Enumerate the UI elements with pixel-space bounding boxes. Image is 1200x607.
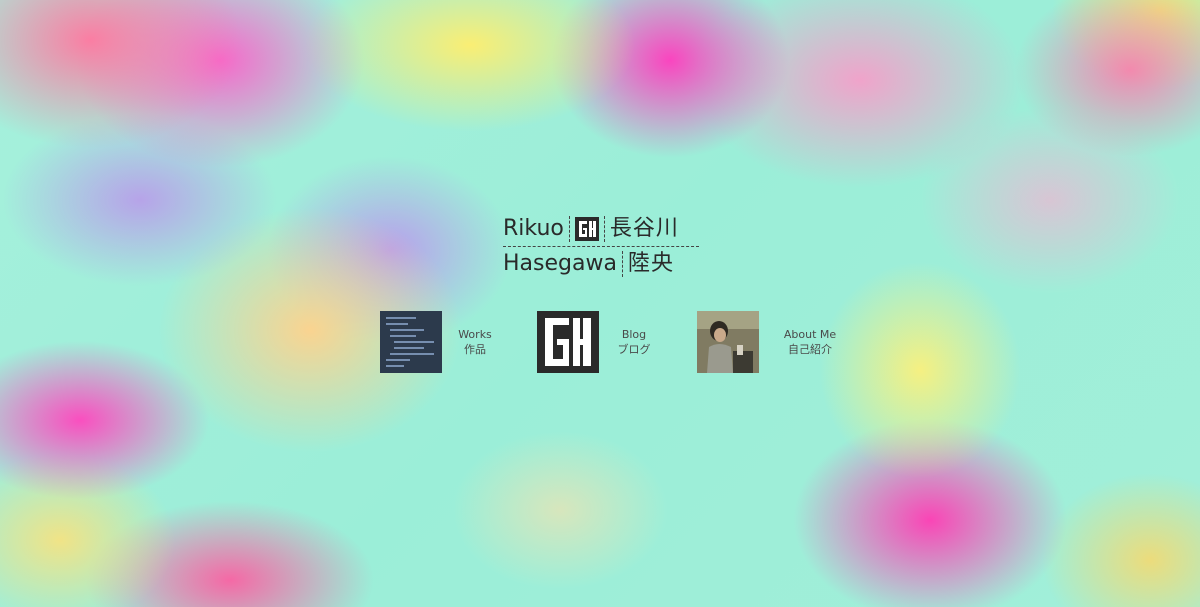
gh-logo-icon [537,311,599,373]
works-thumbnail [380,311,442,373]
works-label-jp: 作品 [464,343,486,356]
gradient-background [0,0,1200,607]
works-label: Works 作品 [454,327,496,357]
works-label-en: Works [458,328,492,341]
nav-item-blog[interactable]: Blog ブログ [537,311,652,375]
about-me-label-jp: 自己紹介 [788,343,832,356]
site-title: Rikuo 長谷川 Hasegawa 陸央 [503,214,699,279]
name-jp-given: 陸央 [627,251,674,276]
title-divider [568,216,570,242]
nav-item-works[interactable]: Works 作品 [380,311,495,375]
about-me-thumbnail [697,311,759,373]
main-nav: Works 作品 Blog ブログ About Me 自己紹介 [380,311,840,375]
blog-label-jp: ブログ [617,343,651,356]
portrait-photo-icon [697,311,759,373]
about-me-label: About Me 自己紹介 [779,327,841,357]
blog-label: Blog ブログ [615,327,653,357]
name-en-last: Hasegawa [503,251,617,276]
about-me-label-en: About Me [783,328,837,341]
title-row-top: Rikuo 長谷川 [503,214,699,247]
title-row-bottom: Hasegawa 陸央 [503,249,699,279]
nav-item-about-me[interactable]: About Me 自己紹介 [697,311,840,375]
name-en-first: Rikuo [503,216,564,241]
title-divider [621,251,623,277]
blog-label-en: Blog [621,328,647,341]
name-jp-family: 長谷川 [609,216,679,241]
title-divider [603,216,605,242]
gh-logo-icon [574,217,599,241]
